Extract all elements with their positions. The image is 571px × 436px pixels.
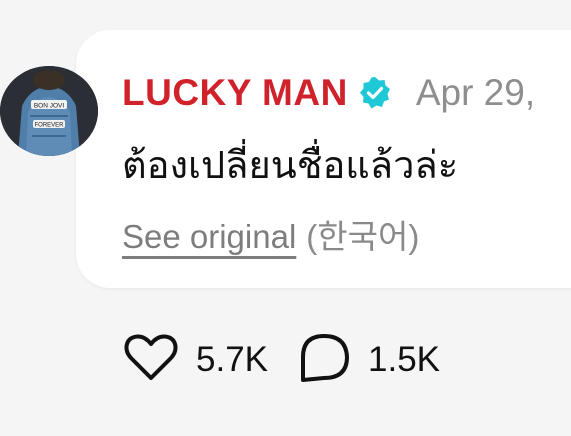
- comment-view: BON JOVI FOREVER LUCKY MAN Apr 29, ต้องเ…: [0, 0, 571, 436]
- comment-date: Apr 29,: [415, 72, 536, 113]
- avatar-patch-top-text: BON JOVI: [34, 103, 65, 110]
- original-language-label: (한국어): [306, 218, 420, 255]
- see-original-link[interactable]: See original: [122, 218, 296, 255]
- reply-button[interactable]: 1.5K: [298, 333, 440, 388]
- speech-bubble-icon: [298, 333, 350, 388]
- reply-count: 1.5K: [368, 340, 440, 379]
- comment-actions: 5.7K 1.5K: [124, 332, 440, 388]
- avatar-patch-bottom-text: FOREVER: [34, 123, 64, 129]
- verified-badge-icon: [358, 76, 392, 110]
- author-name[interactable]: LUCKY MAN: [122, 72, 348, 114]
- comment-header: LUCKY MAN Apr 29,: [122, 66, 535, 120]
- translation-row: See original (한국어): [122, 210, 419, 258]
- like-button[interactable]: 5.7K: [124, 333, 268, 387]
- avatar[interactable]: BON JOVI FOREVER: [0, 66, 98, 156]
- comment-text: ต้องเปลี่ยนชื่อแล้วล่ะ: [122, 145, 459, 187]
- like-count: 5.7K: [196, 340, 268, 379]
- heart-icon: [124, 333, 178, 387]
